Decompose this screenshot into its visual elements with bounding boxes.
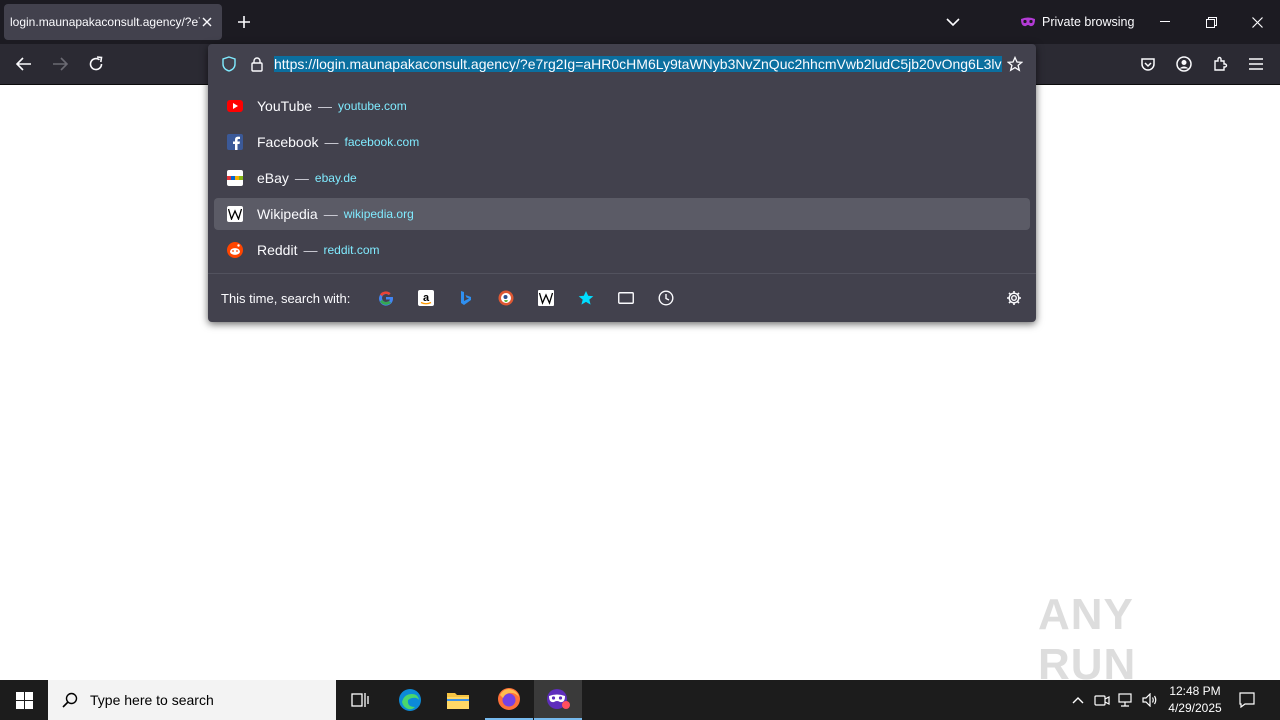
bing-icon[interactable]: [456, 288, 476, 308]
search-icon: [62, 692, 78, 708]
suggestion-title: Facebook: [257, 134, 319, 150]
watermark-text: ANY RUN: [1038, 590, 1137, 689]
svg-text:a: a: [423, 292, 430, 304]
tabs-icon[interactable]: [616, 288, 636, 308]
history-icon[interactable]: [656, 288, 676, 308]
suggestion-url: wikipedia.org: [343, 207, 414, 221]
suggestion-title: eBay: [257, 170, 289, 186]
suggestion-reddit[interactable]: Reddit — reddit.com: [214, 234, 1030, 266]
url-bar[interactable]: https://login.maunapakaconsult.agency/?e…: [208, 44, 1036, 84]
anyrun-watermark: ANY RUN: [1038, 590, 1238, 689]
file-explorer-icon[interactable]: [434, 680, 482, 720]
back-icon[interactable]: [12, 54, 36, 74]
network-icon[interactable]: [1116, 690, 1136, 710]
suggestion-separator: —: [303, 242, 318, 258]
suggestion-youtube[interactable]: YouTube — youtube.com: [214, 90, 1030, 122]
account-icon[interactable]: [1172, 54, 1196, 74]
taskbar-search-placeholder: Type here to search: [90, 692, 214, 708]
reddit-icon: [227, 242, 243, 258]
system-clock[interactable]: 12:48 PM 4/29/2025: [1162, 683, 1228, 717]
pocket-icon[interactable]: [1136, 54, 1160, 74]
edge-icon[interactable]: [386, 680, 434, 720]
list-all-tabs-icon[interactable]: [943, 12, 963, 32]
wikipedia-icon: [227, 206, 243, 222]
suggestion-url: reddit.com: [323, 243, 380, 257]
restore-icon[interactable]: [1198, 12, 1224, 32]
suggestion-wikipedia[interactable]: Wikipedia — wikipedia.org: [214, 198, 1030, 230]
task-view-icon[interactable]: [336, 680, 384, 720]
volume-icon[interactable]: [1140, 690, 1160, 710]
reload-icon[interactable]: [84, 54, 108, 74]
taskbar: Type here to search 12:48 PM 4/29/2025: [0, 680, 1280, 720]
suggestion-separator: —: [294, 170, 309, 186]
duckduckgo-icon[interactable]: [496, 288, 516, 308]
clock-date: 4/29/2025: [1168, 701, 1222, 715]
tracking-protection-shield-icon[interactable]: [220, 54, 238, 74]
google-icon[interactable]: [376, 288, 396, 308]
suggestion-title: Wikipedia: [257, 206, 318, 222]
bookmark-star-icon[interactable]: [1005, 54, 1025, 74]
suggestion-separator: —: [323, 206, 338, 222]
tab-title: login.maunapakaconsult.agency/?e7rg2Ig=a…: [10, 15, 200, 29]
suggestion-title: YouTube: [257, 98, 313, 114]
search-with-label: This time, search with:: [221, 291, 351, 306]
windows-start-icon[interactable]: [0, 680, 48, 720]
search-with-bar: This time, search with: a: [208, 273, 1036, 322]
show-hidden-icons-chevron-up-icon[interactable]: [1068, 690, 1088, 710]
suggestion-url: facebook.com: [344, 135, 420, 149]
extensions-icon[interactable]: [1208, 54, 1232, 74]
notification-center-icon[interactable]: [1236, 690, 1258, 710]
suggestion-list: YouTube — youtube.com Facebook — faceboo…: [214, 90, 1030, 270]
suggestion-ebay[interactable]: eBay — ebay.de: [214, 162, 1030, 194]
private-mask-icon: [1021, 17, 1035, 27]
private-browsing-label: Private browsing: [1042, 15, 1135, 29]
tab-close-icon[interactable]: [198, 13, 216, 31]
suggestion-title: Reddit: [257, 242, 298, 258]
suggestion-separator: —: [324, 134, 339, 150]
youtube-icon: [227, 98, 243, 114]
search-settings-gear-icon[interactable]: [1004, 288, 1024, 308]
forward-icon[interactable]: [48, 54, 72, 74]
close-window-icon[interactable]: [1244, 12, 1270, 32]
url-text-selected: https://login.maunapakaconsult.agency/?e…: [274, 56, 1002, 72]
suggestion-facebook[interactable]: Facebook — facebook.com: [214, 126, 1030, 158]
clock-time: 12:48 PM: [1169, 684, 1221, 698]
taskbar-search-box[interactable]: Type here to search: [48, 680, 336, 720]
firefox-icon[interactable]: [485, 680, 533, 720]
amazon-icon[interactable]: a: [416, 288, 436, 308]
facebook-icon: [227, 134, 243, 150]
firefox-private-icon[interactable]: [534, 680, 582, 720]
meet-now-icon[interactable]: [1092, 690, 1112, 710]
lock-icon[interactable]: [248, 54, 266, 74]
suggestion-url: youtube.com: [338, 99, 407, 113]
url-bar-popup: https://login.maunapakaconsult.agency/?e…: [208, 44, 1036, 322]
tab-active[interactable]: login.maunapakaconsult.agency/?e7rg2Ig=a…: [4, 4, 222, 40]
url-input[interactable]: https://login.maunapakaconsult.agency/?e…: [274, 54, 1002, 74]
menu-icon[interactable]: [1244, 54, 1268, 74]
private-browsing-indicator: Private browsing: [1020, 12, 1134, 32]
suggestion-url: ebay.de: [314, 171, 357, 185]
new-tab-icon[interactable]: [234, 12, 254, 32]
suggestion-separator: —: [318, 98, 333, 114]
ebay-icon: [227, 170, 243, 186]
minimize-icon[interactable]: [1152, 12, 1178, 32]
wikipedia-icon[interactable]: [536, 288, 556, 308]
bookmarks-icon[interactable]: [576, 288, 596, 308]
tab-bar: login.maunapakaconsult.agency/?e7rg2Ig=a…: [0, 0, 1280, 44]
